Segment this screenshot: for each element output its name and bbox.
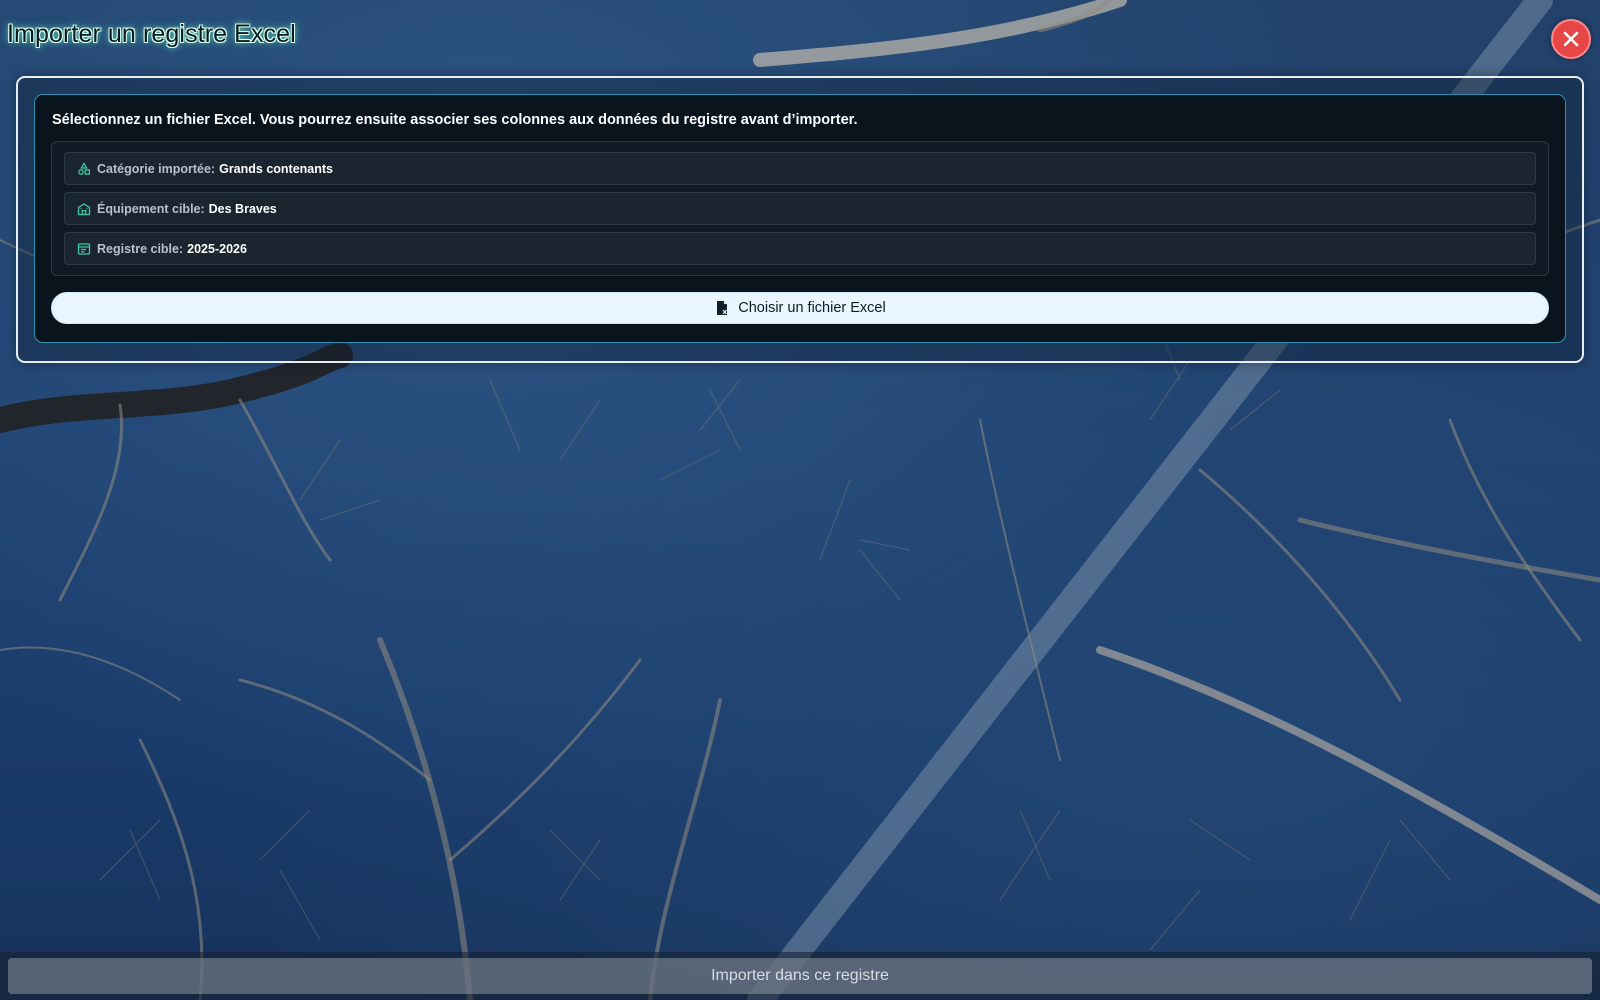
modal-title: Importer un registre Excel xyxy=(7,20,296,48)
choose-excel-file-button[interactable]: Choisir un fichier Excel xyxy=(51,292,1549,324)
bottom-action-bar: Importer dans ce registre xyxy=(0,952,1600,1000)
info-value: 2025-2026 xyxy=(187,241,247,256)
excel-file-icon xyxy=(714,300,730,316)
info-value: Grands contenants xyxy=(219,161,334,176)
shapes-icon xyxy=(77,161,91,176)
target-info-panel: Catégorie importée: Grands contenants Éq… xyxy=(51,141,1549,276)
building-icon xyxy=(77,202,91,216)
info-value: Des Braves xyxy=(208,201,277,216)
modal-intro-text: Sélectionnez un fichier Excel. Vous pour… xyxy=(52,112,858,128)
close-button[interactable] xyxy=(1551,19,1591,59)
info-row-register: Registre cible: 2025-2026 xyxy=(64,232,1536,265)
modal-frame: Sélectionnez un fichier Excel. Vous pour… xyxy=(16,76,1584,363)
import-into-register-button[interactable]: Importer dans ce registre xyxy=(8,958,1592,994)
info-label: Équipement cible: xyxy=(97,201,205,216)
info-row-category: Catégorie importée: Grands contenants xyxy=(64,152,1536,185)
info-row-equipment: Équipement cible: Des Braves xyxy=(64,192,1536,225)
close-icon xyxy=(1562,30,1580,48)
import-card: Sélectionnez un fichier Excel. Vous pour… xyxy=(34,94,1566,343)
register-icon xyxy=(77,242,91,256)
choose-excel-file-label: Choisir un fichier Excel xyxy=(738,300,886,316)
info-label: Registre cible: xyxy=(97,241,184,256)
info-label: Catégorie importée: xyxy=(97,161,216,176)
